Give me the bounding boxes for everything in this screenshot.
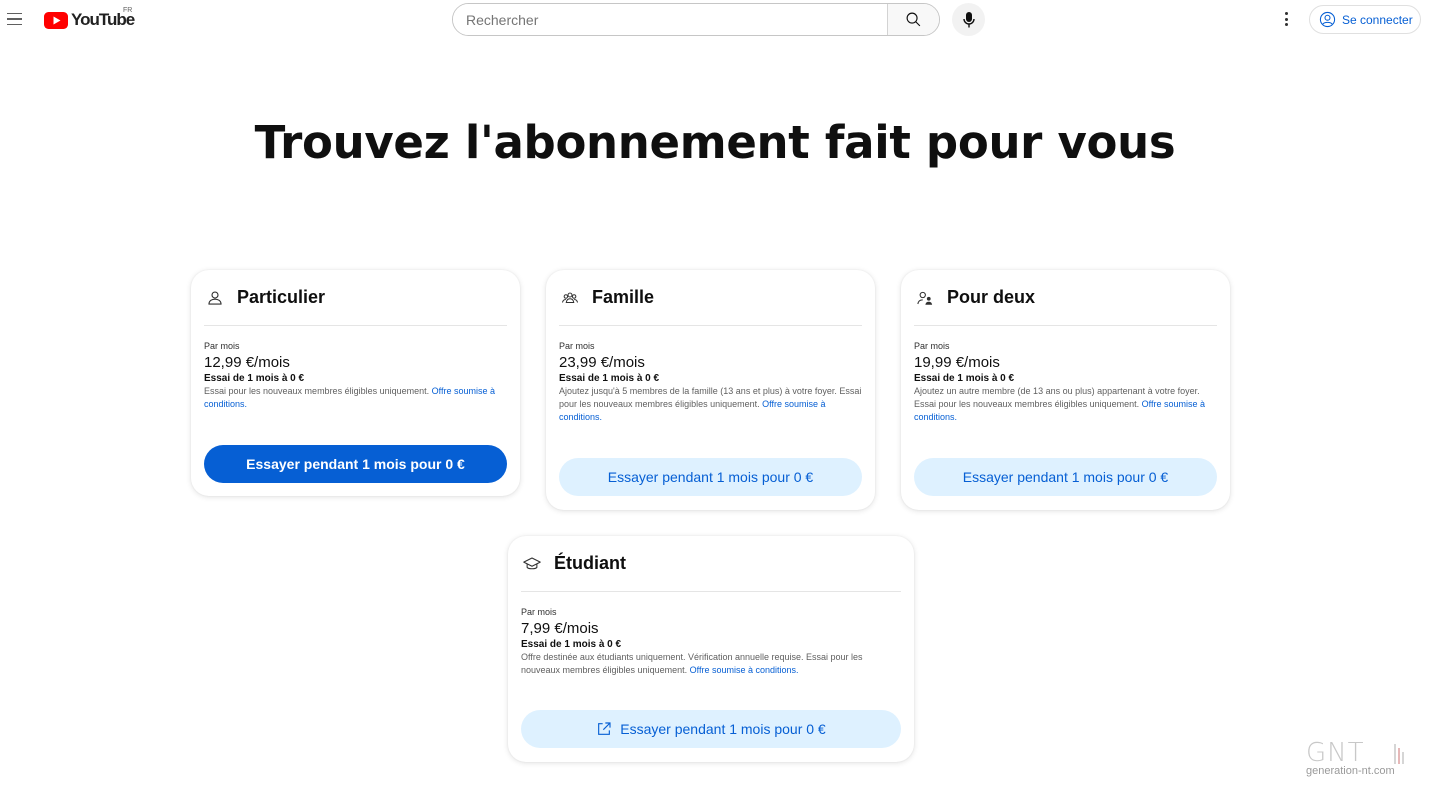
plan-card-header: Étudiant bbox=[521, 536, 901, 592]
cta-label: Essayer pendant 1 mois pour 0 € bbox=[962, 469, 1169, 485]
terms-link[interactable]: Offre soumise à conditions. bbox=[690, 665, 799, 675]
plan-price: 19,99 €/mois bbox=[914, 354, 1000, 371]
trial-text: Essai de 1 mois à 0 € bbox=[914, 373, 1015, 384]
plan-description: Essai pour les nouveaux membres éligible… bbox=[204, 385, 507, 411]
description-text: Essai pour les nouveaux membres éligible… bbox=[204, 386, 430, 396]
plan-description: Ajoutez jusqu'à 5 membres de la famille … bbox=[559, 385, 862, 424]
plan-name: Pour deux bbox=[947, 287, 1036, 307]
person-icon bbox=[205, 288, 225, 308]
per-month-label: Par mois bbox=[559, 341, 595, 351]
plan-card-header: Famille bbox=[559, 270, 862, 326]
microphone-icon bbox=[962, 11, 975, 27]
plan-description: Offre destinée aux étudiants uniquement.… bbox=[521, 651, 901, 677]
masthead: YouTube FR Se connecter bbox=[0, 0, 1430, 40]
plan-card-family: Famille Par mois 23,99 €/mois Essai de 1… bbox=[546, 270, 875, 510]
try-free-button[interactable]: Essayer pendant 1 mois pour 0 € bbox=[521, 710, 901, 748]
try-free-button[interactable]: Essayer pendant 1 mois pour 0 € bbox=[204, 445, 507, 483]
per-month-label: Par mois bbox=[521, 607, 557, 617]
trial-text: Essai de 1 mois à 0 € bbox=[204, 373, 305, 384]
external-link-icon bbox=[598, 722, 611, 735]
watermark: GNT generation-nt.com bbox=[1306, 740, 1416, 780]
duo-icon bbox=[915, 288, 935, 308]
graduation-cap-icon bbox=[522, 554, 542, 574]
plan-card-header: Particulier bbox=[204, 270, 507, 326]
cta-label: Essayer pendant 1 mois pour 0 € bbox=[620, 721, 826, 737]
trial-text: Essai de 1 mois à 0 € bbox=[559, 373, 660, 384]
plan-name: Famille bbox=[592, 287, 655, 307]
try-free-button[interactable]: Essayer pendant 1 mois pour 0 € bbox=[914, 458, 1217, 496]
search-box bbox=[452, 3, 940, 36]
settings-menu-icon[interactable] bbox=[1276, 9, 1296, 29]
watermark-bars bbox=[1394, 744, 1404, 764]
watermark-url: generation-nt.com bbox=[1306, 765, 1395, 777]
account-icon bbox=[1319, 11, 1336, 28]
voice-search-button[interactable] bbox=[952, 3, 985, 36]
cta-label: Essayer pendant 1 mois pour 0 € bbox=[246, 456, 465, 472]
cta-label: Essayer pendant 1 mois pour 0 € bbox=[607, 469, 814, 485]
try-free-button[interactable]: Essayer pendant 1 mois pour 0 € bbox=[559, 458, 862, 496]
search-icon bbox=[906, 12, 921, 27]
youtube-play-icon bbox=[44, 11, 68, 29]
country-code: FR bbox=[123, 7, 133, 14]
plan-description: Ajoutez un autre membre (de 13 ans ou pl… bbox=[914, 385, 1217, 424]
plan-price: 23,99 €/mois bbox=[559, 354, 645, 371]
plan-card-student: Étudiant Par mois 7,99 €/mois Essai de 1… bbox=[508, 536, 914, 762]
plan-name: Étudiant bbox=[554, 553, 626, 573]
signin-button[interactable]: Se connecter bbox=[1309, 5, 1421, 34]
plan-price: 12,99 €/mois bbox=[204, 354, 290, 371]
plan-card-individual: Particulier Par mois 12,99 €/mois Essai … bbox=[191, 270, 520, 496]
plan-card-header: Pour deux bbox=[914, 270, 1217, 326]
search-input[interactable] bbox=[453, 4, 887, 35]
plan-name: Particulier bbox=[237, 287, 326, 307]
menu-icon[interactable] bbox=[7, 9, 25, 29]
plan-card-duo: Pour deux Par mois 19,99 €/mois Essai de… bbox=[901, 270, 1230, 510]
search-button[interactable] bbox=[887, 4, 939, 35]
per-month-label: Par mois bbox=[204, 341, 240, 351]
family-icon bbox=[560, 288, 580, 308]
plan-price: 7,99 €/mois bbox=[521, 620, 599, 637]
per-month-label: Par mois bbox=[914, 341, 950, 351]
page-title: Trouvez l'abonnement fait pour vous bbox=[254, 116, 1176, 169]
youtube-logo[interactable]: YouTube bbox=[44, 9, 135, 31]
signin-label: Se connecter bbox=[1342, 12, 1413, 27]
trial-text: Essai de 1 mois à 0 € bbox=[521, 639, 622, 650]
